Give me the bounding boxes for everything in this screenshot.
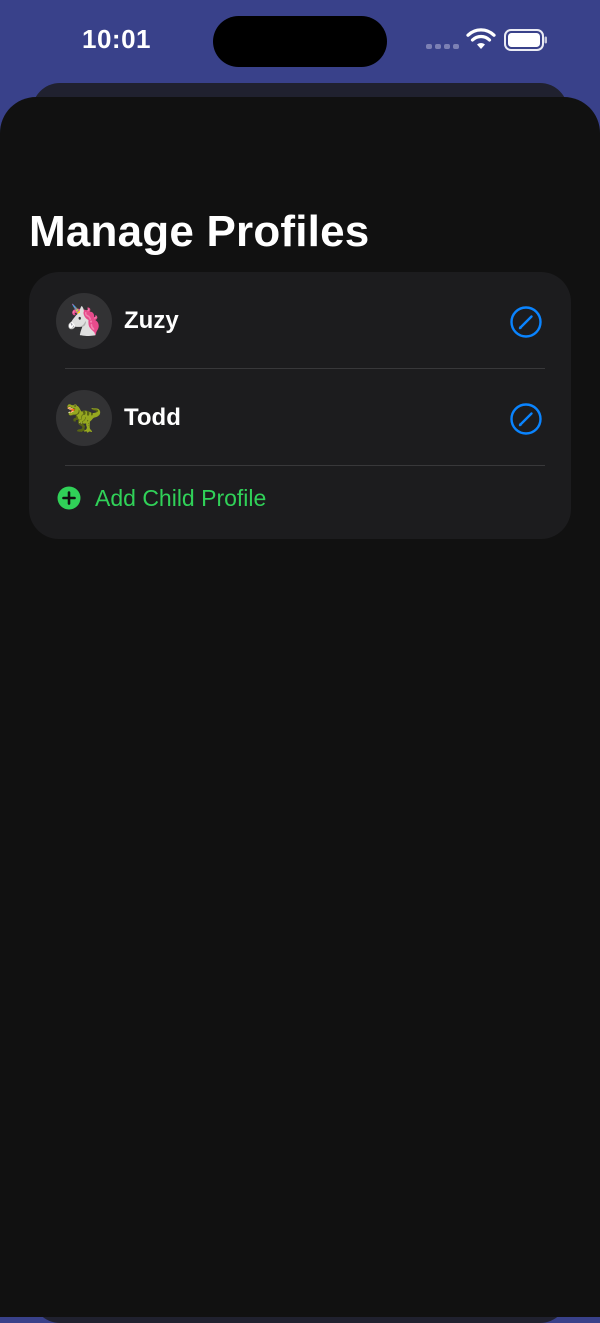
unicorn-icon: 🦄 xyxy=(65,304,103,337)
profile-name: Zuzy xyxy=(124,307,179,334)
page-title: Manage Profiles xyxy=(29,207,370,256)
add-child-profile-button[interactable]: Add Child Profile xyxy=(29,466,571,539)
wifi-icon xyxy=(466,28,496,49)
row-divider xyxy=(65,368,545,369)
profile-row-todd[interactable]: 🦖 Todd xyxy=(29,370,571,466)
status-bar: 10:01 xyxy=(0,0,600,84)
plus-circle-icon xyxy=(57,486,81,510)
edit-profile-button[interactable] xyxy=(509,305,543,339)
cellular-signal-icon xyxy=(426,44,459,49)
avatar: 🦖 xyxy=(56,390,112,446)
status-time: 10:01 xyxy=(82,24,151,54)
profile-name: Todd xyxy=(124,404,181,431)
edit-profile-button[interactable] xyxy=(509,402,543,436)
t-rex-icon: 🦖 xyxy=(65,401,103,434)
profiles-card: 🦄 Zuzy 🦖 Todd Add Child Profile xyxy=(29,272,571,539)
add-child-profile-label: Add Child Profile xyxy=(95,485,267,511)
avatar: 🦄 xyxy=(56,293,112,349)
profile-row-zuzy[interactable]: 🦄 Zuzy xyxy=(29,273,571,369)
battery-icon xyxy=(504,29,547,51)
dynamic-island xyxy=(213,16,387,67)
